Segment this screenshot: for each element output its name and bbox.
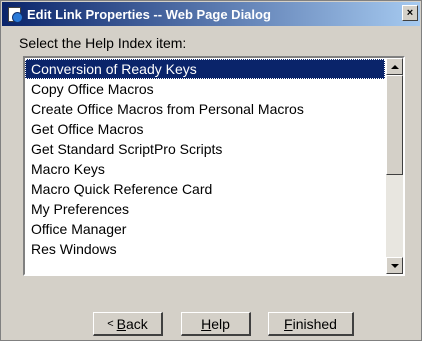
- close-button[interactable]: ×: [402, 5, 418, 21]
- help-index-listbox[interactable]: Conversion of Ready Keys Copy Office Mac…: [23, 56, 405, 276]
- title-bar[interactable]: Edit Link Properties -- Web Page Dialog …: [2, 2, 420, 26]
- back-button-label: Back: [116, 315, 148, 332]
- arrow-down-icon: [390, 263, 399, 268]
- close-icon: ×: [406, 6, 414, 19]
- scroll-down-button[interactable]: [386, 257, 403, 274]
- list-prompt: Select the Help Index item:: [19, 35, 187, 51]
- dialog-window: Edit Link Properties -- Web Page Dialog …: [0, 0, 422, 341]
- scroll-up-button[interactable]: [386, 58, 403, 75]
- finished-button[interactable]: Finished: [268, 312, 354, 336]
- help-button[interactable]: Help: [181, 312, 251, 336]
- vertical-scrollbar[interactable]: [386, 58, 403, 274]
- list-item[interactable]: Get Office Macros: [25, 119, 385, 139]
- list-item[interactable]: Macro Keys: [25, 159, 385, 179]
- list-item[interactable]: Office Manager: [25, 219, 385, 239]
- list-item[interactable]: My Preferences: [25, 199, 385, 219]
- list-item[interactable]: Macro Quick Reference Card: [25, 179, 385, 199]
- back-button[interactable]: < Back: [93, 312, 163, 336]
- scrollbar-thumb[interactable]: [386, 75, 403, 175]
- list-item[interactable]: Get Standard ScriptPro Scripts: [25, 139, 385, 159]
- arrow-up-icon: [390, 64, 399, 69]
- finished-button-label: Finished: [284, 315, 337, 332]
- web-page-icon: [6, 6, 23, 23]
- window-title: Edit Link Properties -- Web Page Dialog: [27, 6, 271, 22]
- help-button-label: Help: [201, 315, 230, 332]
- list-item[interactable]: Copy Office Macros: [25, 79, 385, 99]
- back-arrow-icon: <: [107, 317, 114, 330]
- help-index-list: Conversion of Ready Keys Copy Office Mac…: [25, 58, 385, 274]
- list-item[interactable]: Res Windows: [25, 239, 385, 259]
- list-item[interactable]: Create Office Macros from Personal Macro…: [25, 99, 385, 119]
- list-item[interactable]: Conversion of Ready Keys: [25, 59, 385, 79]
